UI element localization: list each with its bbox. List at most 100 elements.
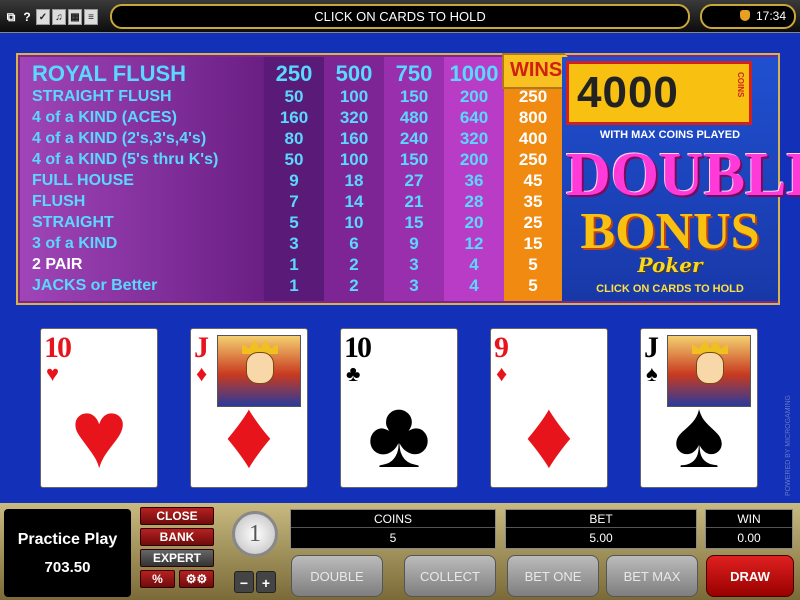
paytable-payout: 20	[464, 213, 484, 232]
paytable-payout: 1	[289, 276, 299, 295]
bet-display: BET 5.00	[505, 509, 697, 549]
paytable-payout: 4	[469, 276, 479, 295]
help-icon[interactable]: ?	[20, 9, 34, 25]
coins-value: 5	[389, 531, 397, 545]
paytable-payout: 5	[289, 213, 299, 232]
paytable-payout: 480	[399, 108, 429, 127]
control-panel: Practice Play 703.50 CLOSE BANK EXPERT %…	[0, 503, 800, 600]
wins-label: WINS	[510, 59, 563, 81]
paytable-payout: 3	[409, 255, 419, 274]
paytable-hand-name: JACKS or Better	[32, 277, 158, 294]
clock: 17:34	[755, 9, 786, 23]
playing-card[interactable]: J ♦ ♦	[190, 328, 308, 488]
card-suit-icon: ♣	[346, 361, 361, 386]
bet-value: 5.00	[589, 531, 613, 545]
percent-button[interactable]: %	[140, 570, 175, 588]
paytable-payout: 14	[344, 192, 364, 211]
paytable-hand-name: 3 of a KIND	[32, 235, 118, 252]
double-button[interactable]: DOUBLE	[291, 555, 383, 597]
paytable-hand-name: 4 of a KIND (2's,3's,4's)	[32, 130, 207, 147]
logo-bonus: BONUS	[580, 203, 760, 260]
paytable-win-value: 45	[523, 171, 543, 190]
paytable-payout: 2	[349, 276, 359, 295]
paytable-payout: 36	[464, 171, 484, 190]
paytable-win-value: 250	[518, 150, 548, 169]
clock-bar: 17:34	[700, 4, 796, 29]
paytable-payout: 18	[344, 171, 364, 190]
paytable-win-value: 250	[518, 87, 548, 106]
playing-card[interactable]: J ♠ ♠	[640, 328, 758, 488]
paytable-payout: 640	[459, 108, 489, 127]
max-coins-line: WITH MAX COINS PLAYED	[599, 129, 741, 141]
paytable-hand-name: FULL HOUSE	[32, 172, 134, 189]
balance-value: 703.50	[44, 559, 91, 576]
gear-icon: ⚙⚙	[185, 572, 208, 586]
options-icon[interactable]: ≡	[84, 9, 98, 25]
coin-decrease-button[interactable]: −	[234, 571, 254, 593]
paytable-payout: 250	[275, 61, 313, 86]
paytable-win-value: 15	[523, 234, 543, 253]
money-bag-icon	[739, 10, 750, 21]
win-label: WIN	[706, 510, 792, 528]
card-center-suit-icon: ♠	[673, 381, 725, 488]
playing-card[interactable]: 10 ♥ ♥	[40, 328, 158, 488]
playing-card[interactable]: 9 ♦ ♦	[490, 328, 608, 488]
paytable-payout: 6	[349, 234, 359, 253]
bank-button[interactable]: BANK	[140, 528, 214, 546]
paytable-payout: 100	[339, 87, 369, 106]
bet-one-button[interactable]: BET ONE	[507, 555, 599, 597]
bet-max-button[interactable]: BET MAX	[606, 555, 698, 597]
paytable-payout: 240	[399, 129, 429, 148]
logo-poker: Poker	[637, 253, 703, 277]
card-center-suit-icon: ♥	[70, 381, 128, 488]
paytable-win-value: 400	[518, 129, 548, 148]
card-suit-icon: ♦	[196, 361, 208, 386]
close-button[interactable]: CLOSE	[140, 507, 214, 525]
paytable-payout: 500	[335, 61, 373, 86]
window-icon[interactable]: ⧉	[4, 9, 18, 25]
expert-button[interactable]: EXPERT	[140, 549, 214, 567]
card-rank: J	[194, 331, 209, 364]
paytable: ROYAL FLUSH 250 500 750 1000 STRAIGHT FLUSH 50…	[16, 53, 800, 305]
paytable-payout: 100	[339, 150, 369, 169]
paytable-hand-name: STRAIGHT FLUSH	[32, 88, 172, 105]
paytable-hand-name: STRAIGHT	[32, 214, 114, 231]
paytable-win-value: 5	[528, 255, 538, 274]
paytable-payout: 15	[404, 213, 424, 232]
jackpot-coins-label: COINS	[736, 72, 745, 98]
music-icon[interactable]: ♫	[52, 9, 66, 25]
sound-icon[interactable]: ✓	[36, 9, 50, 25]
paytable-win-value: 35	[523, 192, 543, 211]
balance-panel: Practice Play 703.50	[4, 509, 131, 597]
paytable-payout: 2	[349, 255, 359, 274]
game-logo: 4000 COINS WITH MAX COINS PLAYED DOUBLE …	[562, 57, 800, 301]
settings-icon[interactable]: ▦	[68, 9, 82, 25]
draw-button[interactable]: DRAW	[706, 555, 794, 597]
win-value: 0.00	[737, 531, 761, 545]
paytable-payout: 320	[339, 108, 369, 127]
paytable-win-value: 5	[528, 276, 538, 295]
paytable-payout: 320	[459, 129, 489, 148]
paytable-payout: 80	[284, 129, 304, 148]
coin-value-chip[interactable]: 1	[232, 511, 278, 557]
logo-double: DOUBLE	[566, 141, 800, 209]
card-rank: 10	[344, 331, 372, 364]
top-bar: ⧉ ? ✓ ♫ ▦ ≡ CLICK ON CARDS TO HOLD 17:34	[0, 0, 800, 33]
paytable-hand-name: ROYAL FLUSH	[32, 61, 187, 86]
paytable-hand-name: 4 of a KIND (5's thru K's)	[32, 151, 219, 168]
paytable-hand-name: 4 of a KIND (ACES)	[32, 109, 177, 126]
paytable-hand-name: 2 PAIR	[32, 256, 83, 273]
paytable-payout: 12	[464, 234, 484, 253]
collect-button[interactable]: COLLECT	[404, 555, 496, 597]
paytable-payout: 150	[399, 87, 429, 106]
coin-increase-button[interactable]: +	[256, 571, 276, 593]
paytable-payout: 150	[399, 150, 429, 169]
top-icons: ⧉ ? ✓ ♫ ▦ ≡	[4, 7, 98, 27]
bet-label: BET	[506, 510, 696, 528]
gears-button[interactable]: ⚙⚙	[179, 570, 214, 588]
playing-card[interactable]: 10 ♣ ♣	[340, 328, 458, 488]
win-display: WIN 0.00	[705, 509, 793, 549]
paytable-payout: 27	[404, 171, 424, 190]
paytable-payout: 21	[404, 192, 424, 211]
paytable-payout: 9	[409, 234, 419, 253]
